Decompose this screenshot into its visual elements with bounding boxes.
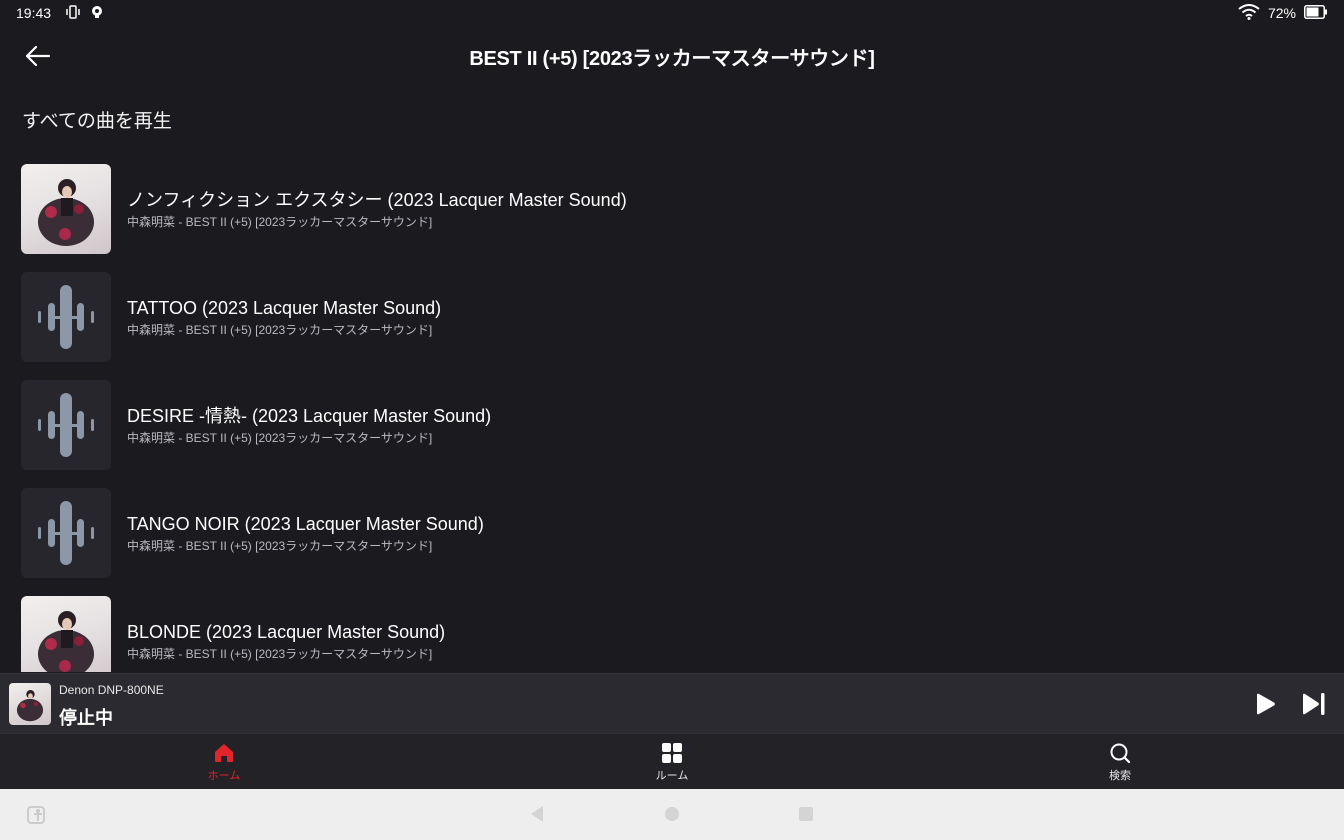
system-navigation-bar — [0, 789, 1344, 840]
next-track-button[interactable] — [1300, 691, 1328, 717]
page-title: BEST II (+5) [2023ラッカーマスターサウンド] — [469, 47, 875, 70]
notification-app-icon — [89, 4, 105, 23]
now-playing-status: 停止中 — [59, 708, 113, 728]
search-icon — [1110, 743, 1131, 763]
circle-home-icon — [665, 807, 679, 821]
nav-search[interactable]: 検索 — [1060, 734, 1180, 790]
wifi-icon — [1238, 3, 1260, 23]
placeholder-waveform-icon — [21, 488, 111, 578]
track-item[interactable]: DESIRE -情熱- (2023 Lacquer Master Sound) … — [21, 380, 1321, 470]
status-left: 19:43 — [16, 4, 105, 23]
track-subtitle: 中森明菜 - BEST II (+5) [2023ラッカーマスターサウンド] — [127, 538, 433, 553]
app-header: BEST II (+5) [2023ラッカーマスターサウンド] — [0, 28, 1344, 84]
status-time: 19:43 — [16, 5, 52, 21]
now-playing-album-art — [9, 683, 51, 725]
track-title: ノンフィクション エクスタシー (2023 Lacquer Master Sou… — [127, 189, 627, 210]
system-home-button[interactable] — [664, 806, 680, 827]
track-text: TANGO NOIR (2023 Lacquer Master Sound) 中… — [127, 513, 484, 554]
track-subtitle: 中森明菜 - BEST II (+5) [2023ラッカーマスターサウンド] — [127, 214, 433, 229]
arrow-left-icon — [25, 45, 51, 67]
home-icon — [215, 743, 233, 762]
vibrate-icon — [65, 4, 81, 23]
track-subtitle: 中森明菜 - BEST II (+5) [2023ラッカーマスターサウンド] — [127, 646, 433, 661]
track-item[interactable]: TANGO NOIR (2023 Lacquer Master Sound) 中… — [21, 488, 1321, 578]
play-button[interactable] — [1252, 691, 1278, 717]
now-playing-bar[interactable]: Denon DNP-800NE 停止中 — [0, 673, 1344, 733]
triangle-back-icon — [531, 806, 543, 822]
battery-percentage: 72% — [1267, 5, 1296, 21]
track-title: DESIRE -情熱- (2023 Lacquer Master Sound) — [127, 405, 492, 426]
track-item[interactable]: TATTOO (2023 Lacquer Master Sound) 中森明菜 … — [21, 272, 1321, 362]
nav-home[interactable]: ホーム — [164, 734, 284, 790]
track-subtitle: 中森明菜 - BEST II (+5) [2023ラッカーマスターサウンド] — [127, 322, 433, 337]
track-text: ノンフィクション エクスタシー (2023 Lacquer Master Sou… — [127, 189, 627, 230]
nav-rooms-label: ルーム — [655, 769, 689, 782]
system-back-button[interactable] — [528, 804, 546, 829]
accessibility-button[interactable] — [26, 803, 50, 832]
accessibility-icon — [27, 806, 45, 824]
track-subtitle: 中森明菜 - BEST II (+5) [2023ラッカーマスターサウンド] — [127, 430, 433, 445]
nav-search-label: 検索 — [1109, 769, 1131, 782]
skip-next-icon — [1303, 693, 1325, 715]
track-text: BLONDE (2023 Lacquer Master Sound) 中森明菜 … — [127, 621, 445, 662]
placeholder-waveform-icon — [21, 380, 111, 470]
now-playing-device: Denon DNP-800NE — [59, 683, 164, 697]
track-title: TATTOO (2023 Lacquer Master Sound) — [127, 297, 442, 318]
nav-home-label: ホーム — [207, 769, 241, 782]
track-text: TATTOO (2023 Lacquer Master Sound) 中森明菜 … — [127, 297, 441, 338]
bottom-navigation: ホーム ルーム 検索 — [0, 733, 1344, 789]
track-item[interactable]: ノンフィクション エクスタシー (2023 Lacquer Master Sou… — [21, 164, 1321, 254]
track-text: DESIRE -情熱- (2023 Lacquer Master Sound) … — [127, 405, 491, 446]
back-button[interactable] — [22, 40, 54, 72]
grid-icon — [662, 742, 682, 763]
play-icon — [1257, 693, 1275, 715]
album-art — [21, 596, 111, 672]
placeholder-waveform-icon — [21, 272, 111, 362]
system-recents-button[interactable] — [798, 806, 814, 827]
status-right: 72% — [1238, 3, 1328, 23]
track-title: TANGO NOIR (2023 Lacquer Master Sound) — [127, 513, 484, 534]
track-item[interactable]: BLONDE (2023 Lacquer Master Sound) 中森明菜 … — [21, 596, 1321, 672]
square-recents-icon — [799, 807, 813, 821]
play-all-button[interactable]: すべての曲を再生 — [22, 106, 172, 133]
album-art — [21, 164, 111, 254]
track-list: ノンフィクション エクスタシー (2023 Lacquer Master Sou… — [0, 164, 1344, 672]
track-title: BLONDE (2023 Lacquer Master Sound) — [127, 621, 446, 642]
status-bar: 19:43 72% — [0, 0, 1344, 26]
battery-icon — [1304, 4, 1328, 22]
nav-rooms[interactable]: ルーム — [612, 734, 732, 790]
